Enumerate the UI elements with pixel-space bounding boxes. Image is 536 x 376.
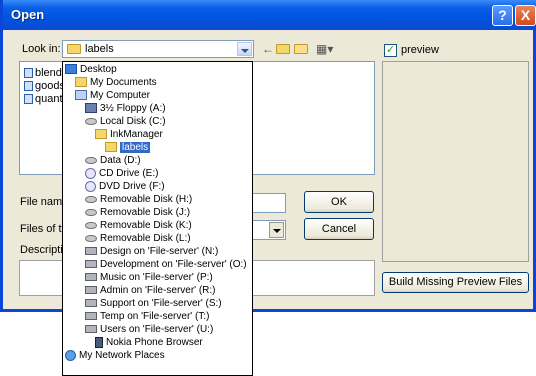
look-in-combo[interactable]: labels [62,40,254,58]
chevron-down-icon[interactable] [269,222,284,238]
cd-icon [85,167,96,179]
look-in-label: Look in: [22,43,61,55]
preview-label: preview [401,44,439,56]
list-item[interactable]: blend. [24,67,65,79]
dropdown-item-design-n[interactable]: Design on 'File-server' (N:) [85,245,218,258]
dropdown-item-removable-j[interactable]: Removable Disk (J:) [85,206,190,219]
folder-icon [75,77,87,88]
folder-icon [67,44,81,54]
network-drive-icon [85,260,97,269]
back-icon[interactable]: ← [262,42,274,56]
network-drive-icon [85,299,97,308]
ok-button[interactable]: OK [304,191,374,213]
chevron-down-icon[interactable] [237,42,252,56]
dropdown-item-my-computer[interactable]: My Computer [75,89,150,102]
dropdown-item-removable-h[interactable]: Removable Disk (H:) [85,193,192,206]
dropdown-item-users-u[interactable]: Users on 'File-server' (U:) [85,323,213,336]
help-button[interactable]: ? [492,5,513,26]
dropdown-item-my-documents[interactable]: My Documents [75,76,157,89]
file-icon [24,94,33,105]
network-drive-icon [85,247,97,256]
list-item[interactable]: quant [24,93,63,105]
dropdown-item-removable-l[interactable]: Removable Disk (L:) [85,232,191,245]
dropdown-item-dvd-drive[interactable]: DVD Drive (F:) [85,180,165,193]
disk-icon [85,195,97,203]
computer-icon [75,90,87,101]
dropdown-item-local-disk-c[interactable]: Local Disk (C:) [85,115,166,128]
up-folder-icon[interactable] [276,41,290,55]
disk-icon [85,117,97,125]
preview-panel [382,61,529,262]
look-in-dropdown-list[interactable]: Desktop My Documents My Computer 3½ Flop… [62,61,253,376]
build-preview-button[interactable]: Build Missing Preview Files [382,272,529,293]
folder-icon [95,129,107,140]
dropdown-item-development-o[interactable]: Development on 'File-server' (O:) [85,258,247,271]
dropdown-item-network-places[interactable]: My Network Places [65,349,165,362]
dropdown-item-admin-r[interactable]: Admin on 'File-server' (R:) [85,284,216,297]
dropdown-item-data-d[interactable]: Data (D:) [85,154,141,167]
dropdown-item-temp-t[interactable]: Temp on 'File-server' (T:) [85,310,209,323]
cd-icon [85,180,96,192]
dropdown-item-inkmanager[interactable]: InkManager [95,128,163,141]
file-icon [24,68,33,79]
dropdown-item-music-p[interactable]: Music on 'File-server' (P:) [85,271,213,284]
list-item[interactable]: goods [24,80,65,92]
network-drive-icon [85,286,97,295]
network-drive-icon [85,325,97,334]
network-drive-icon [85,312,97,321]
network-drive-icon [85,273,97,282]
views-menu-icon[interactable]: ▦▾ [316,42,333,56]
floppy-icon [85,103,97,114]
look-in-value: labels [85,43,114,55]
disk-icon [85,156,97,164]
new-folder-icon[interactable] [294,41,308,55]
dropdown-item-desktop[interactable]: Desktop [65,63,117,76]
dropdown-item-floppy[interactable]: 3½ Floppy (A:) [85,102,166,115]
dropdown-item-nokia[interactable]: Nokia Phone Browser [95,336,203,349]
desktop-icon [65,64,77,75]
cancel-button[interactable]: Cancel [304,218,374,240]
disk-icon [85,234,97,242]
disk-icon [85,221,97,229]
dropdown-item-cd-drive[interactable]: CD Drive (E:) [85,167,158,180]
title-bar: Open ? X [3,0,536,30]
network-places-icon [65,349,76,361]
preview-checkbox[interactable]: ✓ [384,44,397,57]
close-button[interactable]: X [515,5,536,26]
window-title: Open [11,7,45,22]
dropdown-item-support-s[interactable]: Support on 'File-server' (S:) [85,297,222,310]
file-icon [24,81,33,92]
phone-icon [95,336,103,348]
disk-icon [85,208,97,216]
open-folder-icon [105,142,117,153]
dropdown-item-removable-k[interactable]: Removable Disk (K:) [85,219,192,232]
dropdown-item-labels[interactable]: labels [105,141,151,154]
